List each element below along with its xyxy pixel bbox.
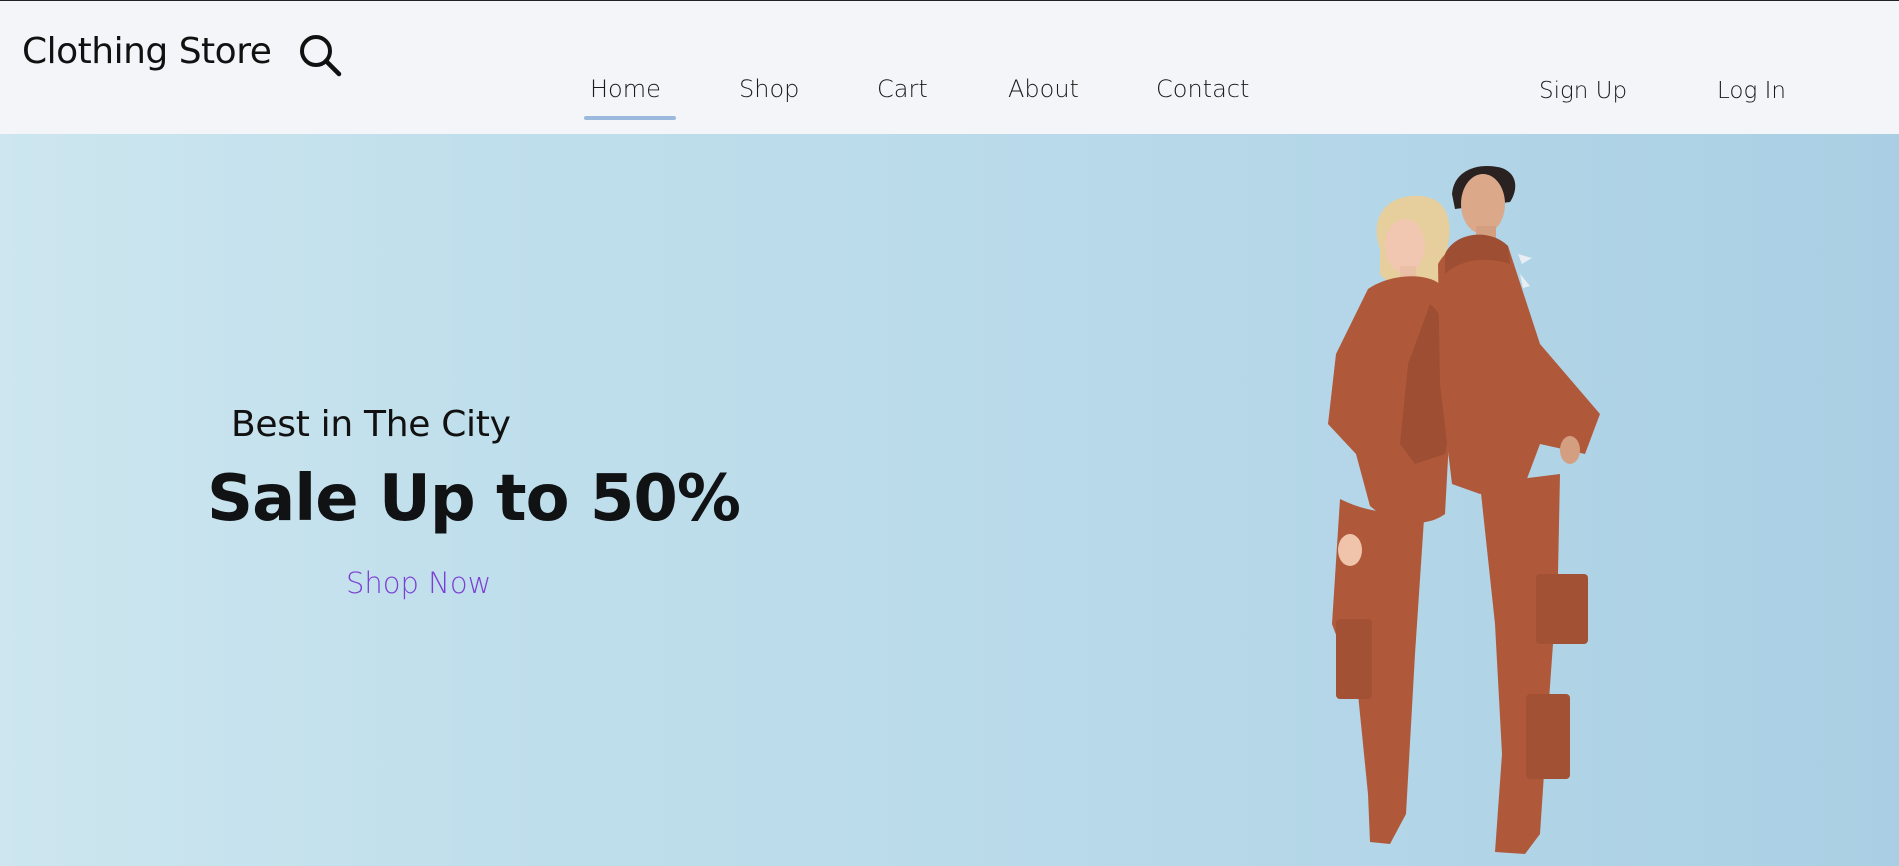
hero-headline: Sale Up to 50% bbox=[207, 462, 741, 536]
nav-about[interactable]: About bbox=[1008, 75, 1079, 103]
signup-link[interactable]: Sign Up bbox=[1539, 78, 1627, 104]
site-header: Clothing Store Home Shop Cart About Cont… bbox=[0, 1, 1899, 134]
nav-home-label: Home bbox=[590, 75, 661, 103]
model-woman bbox=[1328, 195, 1454, 844]
brand-logo[interactable]: Clothing Store bbox=[22, 31, 272, 72]
hero-tagline: Best in The City bbox=[231, 404, 511, 445]
hero-banner: Best in The City Sale Up to 50% Shop Now bbox=[0, 134, 1899, 866]
nav-cart[interactable]: Cart bbox=[877, 75, 928, 103]
nav-home[interactable]: Home bbox=[584, 75, 676, 120]
nav-shop[interactable]: Shop bbox=[739, 75, 799, 103]
active-nav-indicator bbox=[584, 116, 676, 120]
nav-contact[interactable]: Contact bbox=[1156, 75, 1249, 103]
hero-models-image bbox=[1328, 165, 1600, 854]
model-man bbox=[1438, 165, 1600, 854]
login-link[interactable]: Log In bbox=[1717, 78, 1786, 104]
shop-now-button[interactable]: Shop Now bbox=[346, 566, 491, 600]
search-icon[interactable] bbox=[296, 31, 344, 79]
